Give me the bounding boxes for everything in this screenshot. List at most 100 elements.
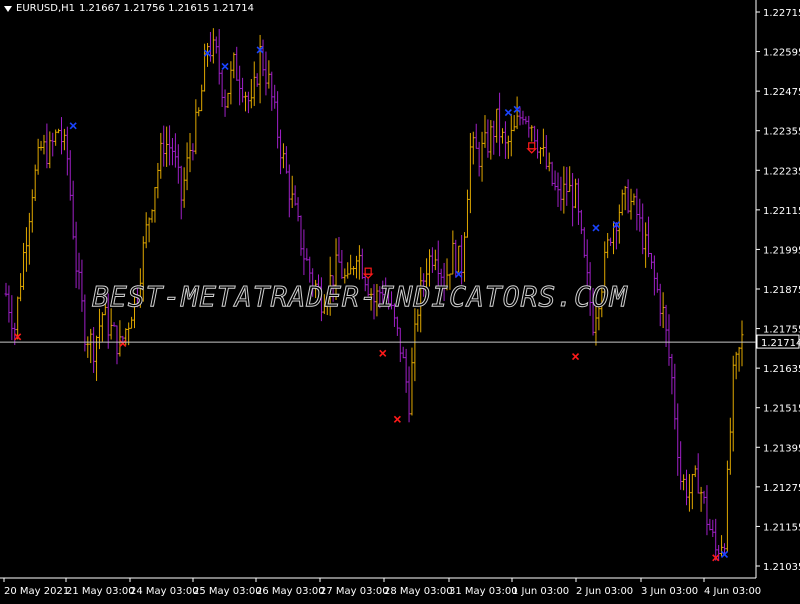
price-bar (536, 129, 540, 159)
price-bar (357, 245, 361, 280)
price-bar (279, 129, 283, 175)
price-bar (243, 91, 247, 112)
price-bar (547, 152, 551, 172)
price-bar (71, 180, 75, 240)
price-bar (241, 77, 245, 103)
time-tick-label: 27 May 03:00 (320, 586, 389, 597)
chart-header: EURUSD,H1 1.21667 1.21756 1.21615 1.2171… (4, 3, 254, 14)
price-bar (728, 417, 732, 475)
time-tick-label: 21 May 03:00 (66, 586, 135, 597)
price-bar (711, 519, 715, 538)
price-bar (401, 346, 405, 359)
price-bar (19, 273, 23, 302)
price-bar (65, 126, 69, 176)
price-bar (740, 320, 744, 367)
buy-signal-icon (504, 109, 512, 117)
price-bar (430, 247, 434, 273)
price-bar (635, 188, 639, 231)
price-bar (270, 71, 274, 111)
price-bar (22, 242, 26, 290)
price-bar (506, 135, 510, 159)
price-bar (623, 185, 627, 211)
watermark-text: BEST-METATRADER-INDICATORS.COM (92, 280, 628, 314)
price-bar (68, 150, 72, 201)
price-bar (281, 143, 285, 169)
price-bar (503, 121, 507, 159)
price-bar (606, 233, 610, 259)
price-bar (30, 189, 34, 233)
price-bar (509, 113, 513, 157)
price-bar (194, 99, 198, 155)
price-bar (521, 110, 525, 125)
price-bar (559, 176, 563, 211)
price-bar (714, 518, 718, 561)
price-bar (115, 325, 119, 365)
price-bar (299, 215, 303, 256)
price-bar (42, 134, 46, 155)
price-bar (629, 188, 633, 220)
price-bar (632, 193, 636, 206)
price-bar (246, 91, 250, 114)
price-bar (302, 229, 306, 276)
price-bar (220, 70, 224, 108)
price-bar (235, 46, 239, 81)
price-bar (705, 485, 709, 536)
sell-signal-icon (393, 415, 401, 423)
price-bar (407, 366, 411, 423)
price-bar (185, 142, 189, 191)
price-bar (474, 123, 478, 149)
sell-signal-icon (571, 353, 580, 361)
price-bar (287, 164, 291, 218)
price-bar (515, 96, 519, 130)
time-tick-label: 20 May 2021 (4, 586, 69, 597)
price-tick-label: 1.21755 (763, 325, 800, 336)
price-bar (54, 129, 58, 146)
sell-signal-icon (379, 349, 387, 357)
symbol-label: EURUSD,H1 (16, 3, 76, 14)
price-bar (620, 189, 624, 216)
price-bar (100, 312, 104, 342)
dropdown-triangle-icon[interactable] (4, 5, 12, 12)
price-bar (162, 125, 166, 167)
price-bar (217, 29, 221, 85)
price-bar (731, 355, 735, 452)
price-bar (457, 245, 461, 273)
price-bar (544, 135, 548, 170)
price-bar (477, 141, 481, 177)
price-bar (530, 125, 534, 142)
price-bar (261, 39, 265, 77)
price-bar (97, 308, 101, 350)
price-bar (150, 209, 154, 223)
price-bar (249, 79, 253, 109)
price-bar (638, 198, 642, 232)
price-bar (159, 132, 163, 179)
price-bar (398, 327, 402, 363)
price-bar (670, 353, 674, 395)
price-bar (679, 441, 683, 490)
price-bar (413, 308, 417, 382)
time-tick-label: 26 May 03:00 (256, 586, 325, 597)
price-bar (410, 347, 414, 416)
price-bar (229, 61, 233, 105)
price-tick-label: 1.22595 (763, 48, 800, 59)
price-bar (556, 172, 560, 208)
price-bar (24, 227, 28, 272)
price-bar (284, 146, 288, 174)
time-tick-label: 2 Jun 03:00 (576, 586, 633, 597)
price-bar (486, 119, 490, 158)
price-bar (153, 187, 157, 223)
price-bar (57, 128, 61, 134)
price-bar (290, 175, 294, 208)
price-bar (238, 65, 242, 106)
price-tick-label: 1.22475 (763, 87, 800, 98)
price-bar (360, 248, 364, 280)
price-bar (685, 469, 689, 506)
price-tick-label: 1.21515 (763, 404, 800, 415)
price-tick-label: 1.22355 (763, 127, 800, 138)
price-bar (708, 518, 712, 531)
price-bar (667, 314, 671, 366)
price-bar (7, 285, 11, 323)
price-bar (59, 117, 63, 155)
price-bar (223, 89, 227, 117)
price-chart[interactable]: 1.22715 1.22595 1.22475 1.22355 1.22235 1.221… (0, 0, 800, 600)
